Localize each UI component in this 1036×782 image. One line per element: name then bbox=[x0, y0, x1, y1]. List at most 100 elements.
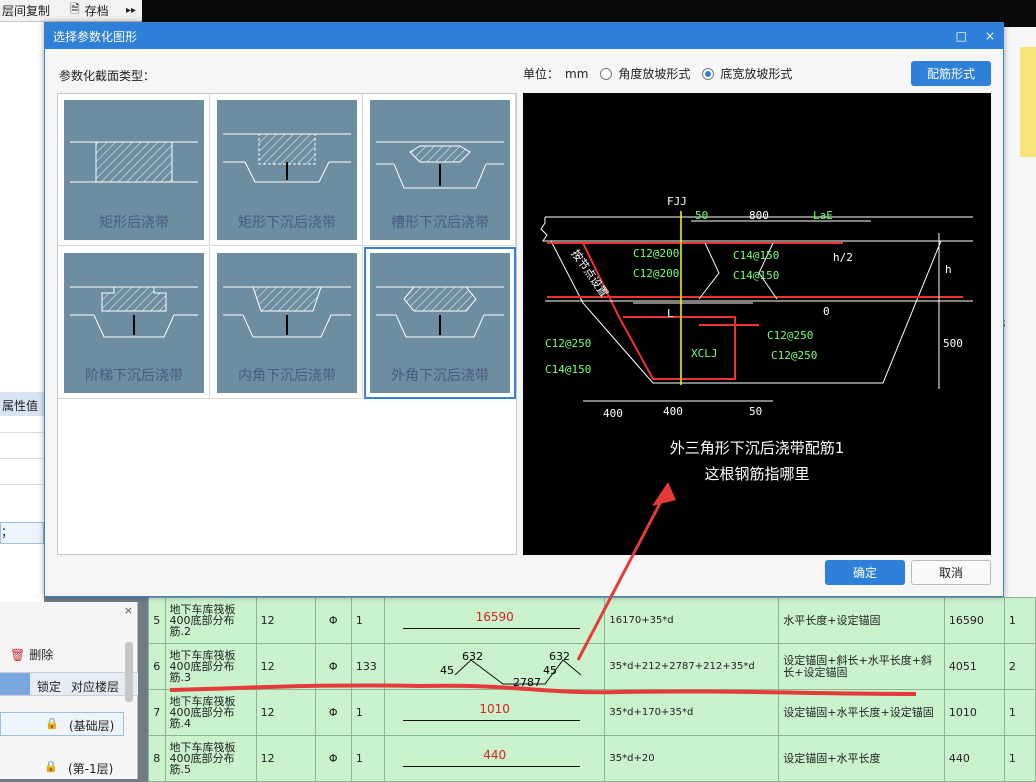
close-icon[interactable]: × bbox=[985, 29, 995, 43]
dialog-title: 选择参数化图形 bbox=[53, 29, 138, 44]
preview-c12-200-a: C12@200 bbox=[633, 247, 679, 260]
angle-slope-label[interactable]: 角度放坡形式 bbox=[618, 65, 690, 82]
table-row[interactable]: 7 地下车库筏板400底部分布筋.4 12 Φ 1 1010 35*d+170+… bbox=[148, 689, 1036, 736]
rebar-quantity[interactable]: 2 bbox=[1003, 643, 1036, 690]
rebar-grade[interactable]: Φ bbox=[314, 597, 352, 644]
preview-zero-label: 0 bbox=[823, 305, 830, 318]
rebar-description[interactable]: 设定锚固+斜长+水平长度+斜长+设定锚固 bbox=[778, 643, 945, 690]
preview-h2-label: h/2 bbox=[833, 251, 853, 264]
table-row[interactable]: 5 地下车库筏板400底部分布筋.2 12 Φ 1 16590 16170+35… bbox=[148, 597, 1036, 644]
maximize-icon[interactable]: □ bbox=[956, 29, 967, 43]
rebar-count[interactable]: 1 bbox=[350, 689, 385, 736]
width-slope-radio[interactable] bbox=[702, 67, 715, 80]
rebar-diameter[interactable]: 12 bbox=[255, 735, 316, 782]
preview-fjj-label: FJJ bbox=[667, 195, 687, 208]
lock-icon[interactable]: 🔒 bbox=[45, 717, 59, 730]
preview-c12-250-a: C12@250 bbox=[767, 329, 813, 342]
shape-length: 440 bbox=[483, 748, 507, 762]
rebar-diameter[interactable]: 12 bbox=[255, 689, 316, 736]
rebar-formula[interactable]: 35*d+20 bbox=[604, 735, 780, 782]
preview-c14-150-c: C14@150 bbox=[545, 363, 591, 376]
shape-tile-rect-sunken[interactable]: 矩形下沉后浇带 bbox=[211, 94, 363, 246]
header-select-cell[interactable] bbox=[0, 673, 30, 695]
floor-row[interactable]: 🔒 (第-1层) bbox=[0, 756, 124, 780]
preview-c12-200-b: C12@200 bbox=[633, 267, 679, 280]
shape-label: 矩形下沉后浇带 bbox=[238, 215, 336, 231]
rebar-name[interactable]: 地下车库筏板400底部分布筋.3 bbox=[164, 643, 257, 690]
shape-tile-inner-angle-sunken[interactable]: 内角下沉后浇带 bbox=[211, 247, 363, 399]
shape-tile-rect[interactable]: 矩形后浇带 bbox=[58, 94, 210, 246]
rebar-length[interactable]: 440 bbox=[943, 735, 1005, 782]
preview-lae-label: LaE bbox=[813, 209, 833, 222]
rebar-formula[interactable]: 35*d+170+35*d bbox=[604, 689, 780, 736]
rebar-grade[interactable]: Φ bbox=[314, 689, 352, 736]
rebar-description[interactable]: 水平长度+设定锚固 bbox=[778, 597, 945, 644]
rebar-shape[interactable]: 632 632 45 45 2787 bbox=[383, 643, 606, 690]
shape-length: 1010 bbox=[479, 702, 510, 716]
shape-right-seg: 632 bbox=[549, 650, 570, 663]
delete-button[interactable]: 🗑 删除 bbox=[10, 646, 53, 663]
lock-column-header: 锁定 bbox=[37, 680, 62, 694]
rebar-quantity[interactable]: 1 bbox=[1003, 689, 1036, 736]
rebar-length[interactable]: 16590 bbox=[943, 597, 1005, 644]
rebar-diameter[interactable]: 12 bbox=[255, 643, 316, 690]
unit-value: mm bbox=[565, 66, 589, 81]
cancel-button[interactable]: 取消 bbox=[911, 560, 991, 585]
shape-thumbnail: 槽形下沉后浇带 bbox=[370, 100, 510, 240]
ok-button[interactable]: 确定 bbox=[825, 560, 905, 585]
rebar-shape[interactable]: 1010 bbox=[383, 689, 606, 736]
delete-icon: 🗑 bbox=[10, 647, 26, 662]
preview-panel: FJJ 50 800 LaE C12@200 C12@200 C14@150 C… bbox=[523, 93, 991, 555]
rebar-length[interactable]: 4051 bbox=[943, 643, 1005, 690]
lock-icon[interactable]: 🔒 bbox=[44, 760, 58, 773]
width-slope-label[interactable]: 底宽放坡形式 bbox=[720, 65, 792, 82]
row-index: 6 bbox=[148, 643, 166, 690]
rebar-count[interactable]: 133 bbox=[350, 643, 385, 690]
save-button[interactable]: 🗎 存档 bbox=[68, 0, 109, 21]
rebar-quantity[interactable]: 1 bbox=[1003, 597, 1036, 644]
copy-between-floors-button[interactable]: 层间复制 bbox=[2, 2, 50, 19]
rebar-description[interactable]: 设定锚固+水平长度 bbox=[778, 735, 945, 782]
rebar-formula[interactable]: 35*d+212+2787+212+35*d bbox=[604, 643, 780, 690]
rebar-grade[interactable]: Φ bbox=[314, 643, 352, 690]
floor-panel: × 🗑 删除 锁定 对应楼层 🔒 (基础层) 🔒 (第-1层) bbox=[0, 602, 138, 779]
rebar-count[interactable]: 1 bbox=[350, 735, 385, 782]
rebar-count[interactable]: 1 bbox=[350, 597, 385, 644]
rebar-formula[interactable]: 16170+35*d bbox=[604, 597, 780, 644]
floor-row[interactable]: 🔒 (基础层) bbox=[0, 712, 124, 736]
rebar-description[interactable]: 设定锚固+水平长度+设定锚固 bbox=[778, 689, 945, 736]
preview-d50-label: 50 bbox=[695, 209, 708, 222]
table-row[interactable]: 6 地下车库筏板400底部分布筋.3 12 Φ 133 632 632 45 4… bbox=[148, 643, 1036, 690]
shape-length: 16590 bbox=[475, 610, 514, 624]
save-icon: 🗎 bbox=[70, 2, 80, 16]
rebar-grade[interactable]: Φ bbox=[314, 735, 352, 782]
rebar-diameter[interactable]: 12 bbox=[255, 597, 316, 644]
panel-divider bbox=[0, 484, 44, 485]
shape-tile-outer-angle-sunken[interactable]: 外角下沉后浇带 bbox=[364, 247, 516, 399]
rebar-name[interactable]: 地下车库筏板400底部分布筋.2 bbox=[164, 597, 257, 644]
floor-panel-scrollbar[interactable] bbox=[125, 642, 133, 702]
bent-bar-shape: 632 632 45 45 2787 bbox=[440, 650, 582, 689]
rebar-shape[interactable]: 16590 bbox=[383, 597, 606, 644]
shape-thumbnail: 外角下沉后浇带 bbox=[370, 253, 510, 393]
rebar-quantity[interactable]: 1 bbox=[1003, 735, 1036, 782]
shape-tile-groove-sunken[interactable]: 槽形下沉后浇带 bbox=[364, 94, 516, 246]
floor-panel-close-icon[interactable]: × bbox=[124, 604, 133, 617]
property-value-cell[interactable]: ； bbox=[0, 522, 44, 544]
table-row[interactable]: 8 地下车库筏板400底部分布筋.5 12 Φ 1 440 35*d+20 设定… bbox=[148, 735, 1036, 782]
rebar-detail-drawing: FJJ 50 800 LaE C12@200 C12@200 C14@150 C… bbox=[540, 195, 973, 420]
toolbar-overflow-button[interactable]: ▸▸ bbox=[126, 5, 136, 16]
rebar-length[interactable]: 1010 bbox=[943, 689, 1005, 736]
shape-tile-step-sunken[interactable]: 阶梯下沉后浇带 bbox=[58, 247, 210, 399]
rebar-name[interactable]: 地下车库筏板400底部分布筋.5 bbox=[164, 735, 257, 782]
rebar-form-button[interactable]: 配筋形式 bbox=[911, 61, 991, 86]
rebar-name[interactable]: 地下车库筏板400底部分布筋.4 bbox=[164, 689, 257, 736]
dialog-titlebar[interactable]: 选择参数化图形 □ × bbox=[45, 23, 1003, 49]
rebar-shape[interactable]: 440 bbox=[383, 735, 606, 782]
preview-c14-150-b: C14@150 bbox=[733, 269, 779, 282]
preview-h-label: h bbox=[945, 263, 952, 276]
preview-d400a-label: 400 bbox=[603, 407, 623, 420]
floor-column-header: 对应楼层 bbox=[71, 680, 120, 694]
floor-table-header: 锁定 对应楼层 bbox=[0, 672, 138, 696]
angle-slope-radio[interactable] bbox=[600, 67, 613, 80]
